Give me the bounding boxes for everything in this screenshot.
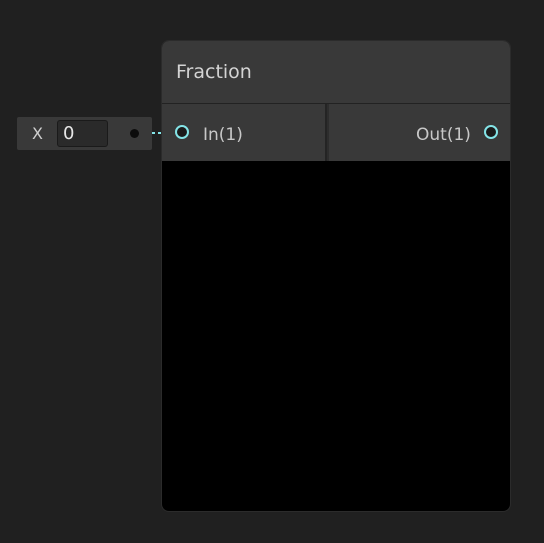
output-port-out[interactable]: Out(1) (329, 104, 510, 161)
node-ports: In(1) Out(1) (162, 104, 510, 161)
inline-input-value-field[interactable]: 0 (57, 120, 108, 147)
input-port-label: In(1) (203, 125, 243, 145)
port-circle-icon[interactable] (175, 125, 189, 139)
inline-input-connector-icon[interactable] (130, 129, 139, 138)
port-circle-icon[interactable] (484, 125, 498, 139)
inline-input-label: X (32, 124, 43, 143)
inline-input-field: X 0 (17, 117, 152, 150)
node-header[interactable]: Fraction (162, 41, 510, 104)
node-title: Fraction (176, 61, 252, 83)
output-port-label: Out(1) (416, 125, 471, 145)
input-port-in[interactable]: In(1) (162, 104, 327, 161)
fraction-node[interactable]: Fraction In(1) Out(1) (161, 40, 511, 512)
